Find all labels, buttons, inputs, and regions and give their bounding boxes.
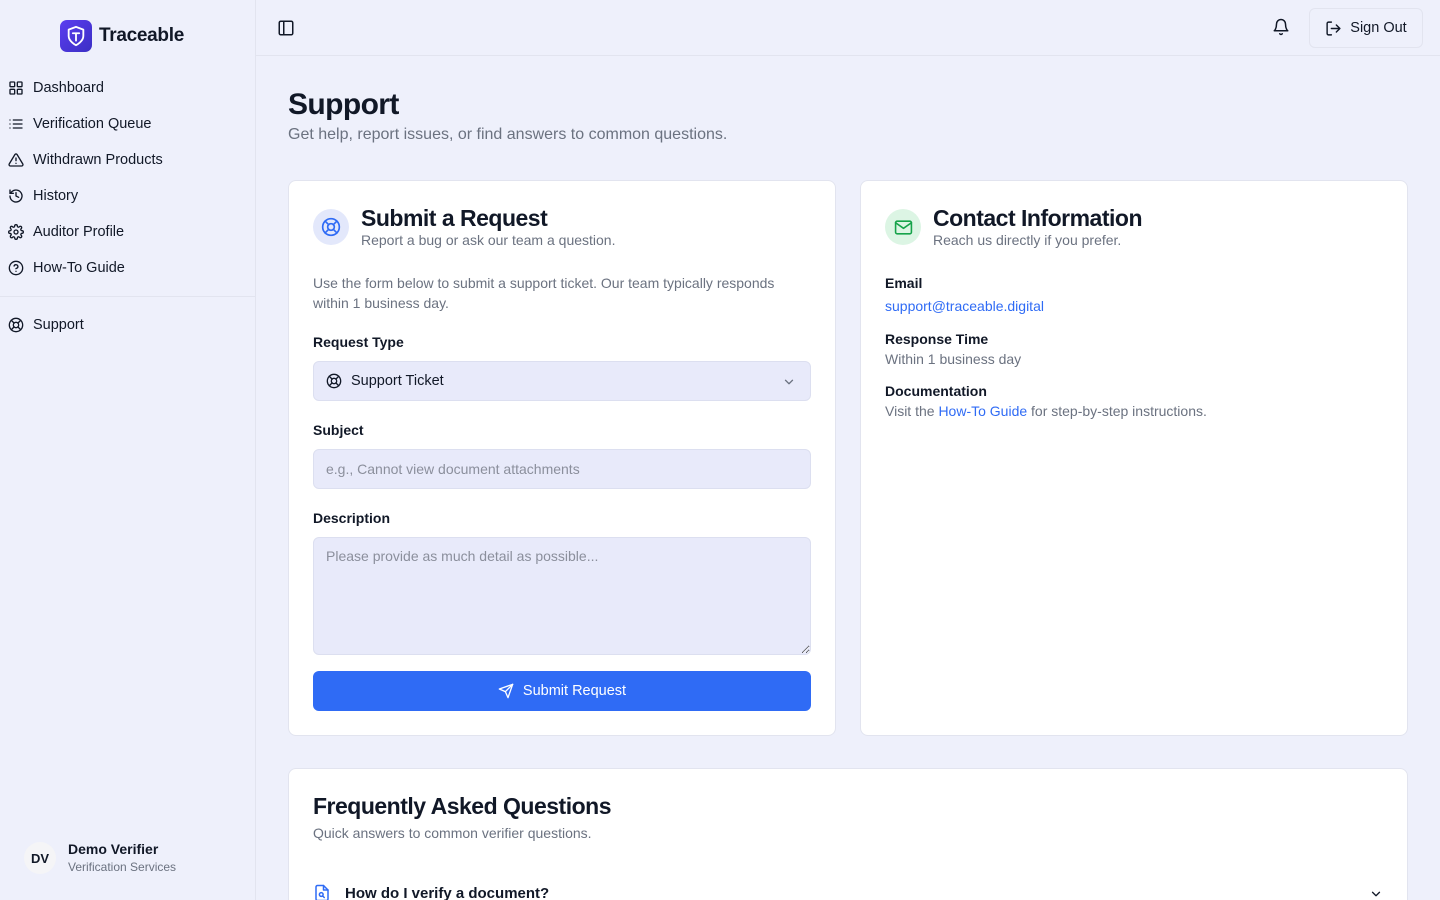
sidebar-toggle-icon[interactable] — [277, 19, 295, 37]
chevron-down-icon — [1371, 891, 1381, 897]
card-title: Submit a Request — [361, 205, 548, 231]
mail-icon — [885, 209, 921, 245]
send-icon — [498, 683, 514, 699]
life-buoy-icon — [326, 373, 342, 389]
request-type-label: Request Type — [313, 334, 404, 350]
sidebar-nav: Dashboard Verification Queue Withdrawn P… — [0, 70, 255, 286]
documentation-prefix: Visit the — [885, 403, 939, 419]
sidebar-item-label: Withdrawn Products — [33, 152, 163, 168]
gear-icon — [8, 224, 24, 240]
documentation-suffix: for step-by-step instructions. — [1027, 403, 1207, 419]
card-subtitle: Report a bug or ask our team a question. — [361, 232, 616, 248]
sidebar-secondary-nav: Support — [0, 307, 255, 343]
form-intro: Use the form below to submit a support t… — [313, 275, 775, 311]
bell-icon[interactable] — [1272, 18, 1290, 36]
request-type-select[interactable]: Support Ticket — [313, 361, 811, 401]
grid-icon — [9, 81, 23, 95]
how-to-guide-link[interactable]: How-To Guide — [938, 403, 1027, 419]
sidebar-item-label: Support — [33, 317, 84, 333]
sidebar-item-label: Auditor Profile — [33, 224, 125, 240]
log-out-icon — [1326, 20, 1341, 36]
faq-card: Frequently Asked Questions Quick answers… — [288, 768, 1408, 900]
user-profile[interactable]: DV Demo Verifier Verification Services — [24, 840, 176, 876]
subject-label: Subject — [313, 422, 364, 438]
card-subtitle: Reach us directly if you prefer. — [933, 232, 1122, 248]
sidebar-item-verification-queue[interactable]: Verification Queue — [0, 106, 255, 142]
subject-input[interactable] — [313, 449, 811, 489]
page-subtitle: Get help, report issues, or find answers… — [288, 126, 728, 143]
email-label: Email — [885, 275, 923, 291]
response-time-value: Within 1 business day — [885, 351, 1022, 367]
faq-subtitle: Quick answers to common verifier questio… — [313, 825, 592, 841]
page-title: Support — [288, 88, 399, 121]
brand-name: Traceable — [99, 25, 184, 46]
submit-request-button[interactable]: Submit Request — [313, 671, 811, 711]
response-time-label: Response Time — [885, 331, 989, 347]
request-type-value: Support Ticket — [351, 373, 444, 389]
card-title: Contact Information — [933, 205, 1143, 231]
file-search-icon — [315, 884, 329, 900]
traceable-logo-icon — [60, 20, 92, 52]
card-header: Submit a Request Report a bug or ask our… — [313, 205, 616, 250]
card-header: Contact Information Reach us directly if… — [885, 205, 1143, 250]
sidebar-item-history[interactable]: History — [0, 178, 255, 214]
history-icon — [9, 189, 23, 203]
sidebar-item-label: Verification Queue — [33, 116, 152, 132]
sidebar-item-withdrawn-products[interactable]: Withdrawn Products — [0, 142, 255, 178]
faq-question: How do I verify a document? — [345, 884, 550, 900]
sidebar-item-auditor-profile[interactable]: Auditor Profile — [0, 214, 255, 250]
sidebar-item-support[interactable]: Support — [0, 307, 255, 343]
sidebar-item-label: How-To Guide — [33, 260, 125, 276]
sign-out-button[interactable]: Sign Out — [1309, 8, 1423, 48]
sign-out-label: Sign Out — [1350, 20, 1407, 36]
life-buoy-icon — [313, 209, 349, 245]
avatar: DV — [24, 842, 56, 874]
submit-label: Submit Request — [522, 683, 627, 699]
submit-request-card: Submit a Request Report a bug or ask our… — [288, 180, 836, 736]
help-circle-icon — [8, 260, 24, 276]
sidebar-item-label: History — [33, 188, 79, 204]
description-label: Description — [313, 510, 391, 526]
contact-information-card: Contact Information Reach us directly if… — [860, 180, 1408, 736]
faq-item[interactable]: How do I verify a document? — [313, 881, 1383, 900]
documentation-label: Documentation — [885, 383, 987, 399]
sidebar-item-label: Dashboard — [33, 80, 104, 96]
sidebar-item-dashboard[interactable]: Dashboard — [0, 70, 255, 106]
description-textarea[interactable] — [313, 537, 811, 655]
sidebar-item-how-to-guide[interactable]: How-To Guide — [0, 250, 255, 286]
brand[interactable]: Traceable — [60, 20, 184, 52]
life-buoy-icon — [8, 317, 24, 333]
user-org: Verification Services — [68, 860, 177, 874]
sidebar: Traceable Dashboard Verification Queue W… — [0, 0, 256, 900]
topbar: Sign Out — [256, 0, 1440, 56]
sidebar-divider — [0, 296, 255, 297]
support-email-link[interactable]: support@traceable.digital — [885, 298, 1044, 314]
alert-triangle-icon — [8, 153, 24, 167]
list-icon — [9, 119, 23, 129]
documentation-text: Visit the How-To Guide for step-by-step … — [885, 403, 1207, 419]
faq-title: Frequently Asked Questions — [313, 793, 612, 819]
chevron-down-icon — [784, 379, 794, 385]
user-name: Demo Verifier — [68, 841, 159, 857]
